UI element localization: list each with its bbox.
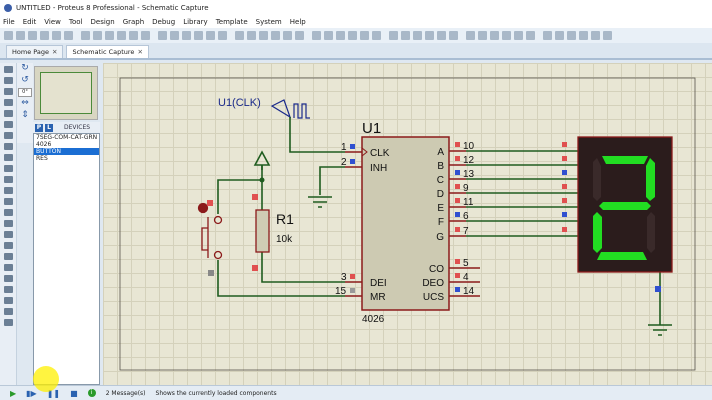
ic-u1-4026[interactable]: U1 4026 1 CLK 2 INH 3 DEI 15 MR 10 A 12 B 13 C 9 D 11 E 6 F 7 G… — [335, 120, 480, 325]
ground-icon — [308, 196, 332, 208]
u1-ref: U1 — [362, 120, 381, 137]
pin-marker — [562, 142, 567, 147]
segment-g — [599, 202, 651, 210]
seven-segment-display[interactable] — [562, 136, 673, 292]
stop-button[interactable]: ■ — [70, 389, 78, 398]
play-button[interactable]: ▶ — [10, 389, 16, 398]
pin-number: 15 — [335, 286, 347, 297]
u1-part: 4026 — [362, 314, 385, 325]
segment-a — [602, 156, 648, 164]
pin-marker — [562, 184, 567, 189]
segment-f — [593, 158, 601, 201]
status-hint: Shows the currently loaded components — [155, 389, 277, 397]
pin-name: B — [437, 161, 444, 172]
pin-number: 3 — [341, 272, 347, 283]
pin-name: DEO — [422, 278, 444, 289]
pin-number: 5 — [463, 258, 469, 269]
pin-marker — [562, 156, 567, 161]
segment-c — [647, 212, 655, 253]
pin-number: 12 — [463, 155, 475, 166]
pin-name: DEI — [370, 278, 387, 289]
pin-name: UCS — [423, 292, 444, 303]
pin-number: 1 — [341, 142, 347, 153]
segment-e — [593, 212, 602, 253]
pin-number: 4 — [463, 272, 469, 283]
pin-number: 2 — [341, 157, 347, 168]
pin-number: 9 — [463, 183, 469, 194]
pin-name: D — [437, 189, 444, 200]
pin-name: G — [436, 232, 444, 243]
pin-marker — [562, 227, 567, 232]
pin-number: 6 — [463, 211, 469, 222]
pin-name: E — [437, 203, 444, 214]
pin-number: 13 — [463, 169, 475, 180]
schematic: U1(CLK) R1 10k U1 4026 1 CLK 2 INH 3 DEI 15 MR 10 A… — [119, 77, 696, 371]
pin-name: CO — [429, 264, 444, 275]
messages-count[interactable]: 2 Message(s) — [106, 390, 146, 397]
step-button[interactable]: ▮▶ — [26, 389, 37, 398]
power-terminal-icon — [253, 150, 271, 170]
segment-b — [646, 158, 655, 201]
r1-value: 10k — [276, 234, 293, 245]
ground-icon — [648, 324, 672, 336]
resistor-r1[interactable]: R1 10k — [252, 194, 294, 271]
pin-number: 11 — [463, 197, 474, 208]
pin-name: CLK — [370, 148, 390, 159]
r1-ref: R1 — [276, 211, 294, 227]
pin-marker — [562, 198, 567, 203]
status-bar: ▶ ▮▶ ❚❚ ■ i 2 Message(s) Shows the curre… — [0, 385, 712, 400]
cursor-highlight — [33, 366, 59, 392]
clock-generator[interactable]: U1(CLK) — [218, 97, 310, 119]
clock-label: U1(CLK) — [218, 97, 261, 109]
pin-name: INH — [370, 163, 387, 174]
pin-number: 7 — [463, 226, 469, 237]
pin-number: 14 — [463, 286, 475, 297]
pin-number: 10 — [463, 141, 475, 152]
pin-name: A — [437, 147, 444, 158]
pin-name: F — [438, 217, 444, 228]
pin-name: C — [437, 175, 444, 186]
pin-name: MR — [370, 292, 386, 303]
info-icon: i — [87, 389, 96, 397]
pin-marker — [562, 170, 567, 175]
segment-d — [597, 252, 647, 260]
pin-marker — [562, 212, 567, 217]
